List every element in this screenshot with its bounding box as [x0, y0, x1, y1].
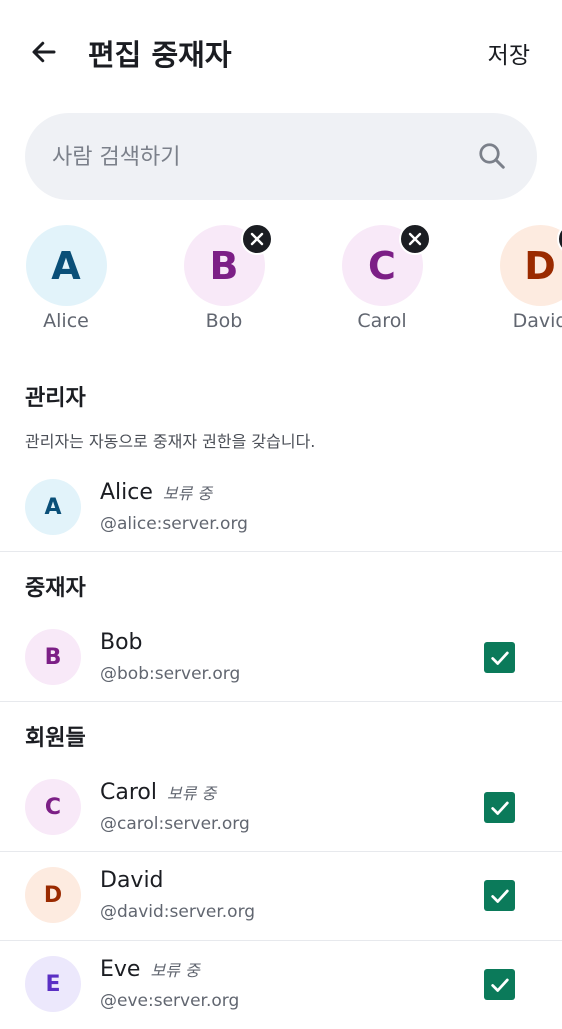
user-display-name: David: [100, 868, 164, 893]
list-item-alice: A Alice 보류 중 @alice:server.org: [0, 464, 562, 552]
close-icon: [408, 232, 422, 246]
avatar: A: [25, 479, 81, 535]
save-button[interactable]: 저장: [488, 36, 530, 70]
pending-label: 보류 중: [163, 484, 212, 503]
section-title-members: 회원들: [25, 720, 86, 752]
list-item-carol[interactable]: C Carol 보류 중 @carol:server.org: [0, 764, 562, 852]
user-name: David: [100, 868, 164, 893]
user-id: @bob:server.org: [100, 664, 240, 684]
search-bar[interactable]: [25, 113, 537, 200]
section-description-admins: 관리자는 자동으로 중재자 권한을 갖습니다.: [25, 428, 315, 452]
avatar: B: [184, 225, 265, 306]
avatar-initial: A: [44, 495, 61, 520]
checkmark-icon: [489, 885, 511, 907]
avatar: D: [500, 225, 562, 306]
list-item-bob[interactable]: B Bob @bob:server.org: [0, 614, 562, 702]
user-display-name: Eve: [100, 957, 140, 982]
avatar-initial: E: [45, 972, 60, 997]
back-button[interactable]: [26, 34, 62, 70]
chip-label: Bob: [176, 310, 272, 332]
avatar-initial: B: [210, 244, 239, 288]
close-icon: [250, 232, 264, 246]
checkmark-icon: [489, 647, 511, 669]
pending-label: 보류 중: [150, 961, 199, 980]
user-name: Eve 보류 중: [100, 957, 200, 982]
selected-chip-alice: A Alice: [18, 225, 114, 332]
selected-chip-carol[interactable]: C Carol: [334, 225, 430, 332]
avatar: E: [25, 956, 81, 1012]
avatar: B: [25, 629, 81, 685]
chip-label: Alice: [18, 310, 114, 332]
chip-label: David: [492, 310, 562, 332]
page-title: 편집 중재자: [88, 32, 232, 74]
chip-label: Carol: [334, 310, 430, 332]
remove-chip-button[interactable]: [241, 223, 273, 255]
moderator-checkbox[interactable]: [484, 880, 515, 911]
avatar: C: [342, 225, 423, 306]
section-title-admins: 관리자: [25, 380, 86, 412]
user-display-name: Bob: [100, 630, 143, 655]
checkmark-icon: [489, 974, 511, 996]
list-item-eve[interactable]: E Eve 보류 중 @eve:server.org: [0, 941, 562, 1029]
avatar: D: [25, 867, 81, 923]
selected-chip-david[interactable]: D David: [492, 225, 562, 332]
avatar-initial: C: [45, 795, 61, 820]
avatar-initial: D: [524, 244, 556, 288]
list-item-david[interactable]: D David @david:server.org: [0, 852, 562, 940]
user-id: @carol:server.org: [100, 814, 250, 834]
moderator-checkbox[interactable]: [484, 642, 515, 673]
user-id: @david:server.org: [100, 902, 255, 922]
user-id: @alice:server.org: [100, 514, 248, 534]
pending-label: 보류 중: [167, 784, 216, 803]
moderator-checkbox[interactable]: [484, 792, 515, 823]
user-name: Carol 보류 중: [100, 780, 216, 805]
avatar-initial: B: [45, 645, 62, 670]
avatar-initial: D: [44, 883, 62, 908]
user-name: Bob: [100, 630, 143, 655]
moderator-checkbox[interactable]: [484, 969, 515, 1000]
selected-chip-bob[interactable]: B Bob: [176, 225, 272, 332]
arrow-left-icon: [29, 37, 59, 67]
divider: [0, 551, 562, 552]
top-app-bar: 편집 중재자 저장: [0, 0, 562, 104]
divider: [0, 701, 562, 702]
avatar: A: [26, 225, 107, 306]
avatar-initial: A: [51, 244, 80, 288]
user-display-name: Carol: [100, 780, 157, 805]
avatar: C: [25, 779, 81, 835]
user-display-name: Alice: [100, 480, 153, 505]
remove-chip-button[interactable]: [399, 223, 431, 255]
user-name: Alice 보류 중: [100, 480, 212, 505]
section-title-moderators: 중재자: [25, 570, 86, 602]
search-input[interactable]: [50, 113, 474, 202]
remove-chip-button[interactable]: [557, 223, 562, 255]
avatar-initial: C: [368, 244, 396, 288]
search-icon[interactable]: [477, 141, 507, 171]
user-id: @eve:server.org: [100, 991, 239, 1011]
checkmark-icon: [489, 797, 511, 819]
